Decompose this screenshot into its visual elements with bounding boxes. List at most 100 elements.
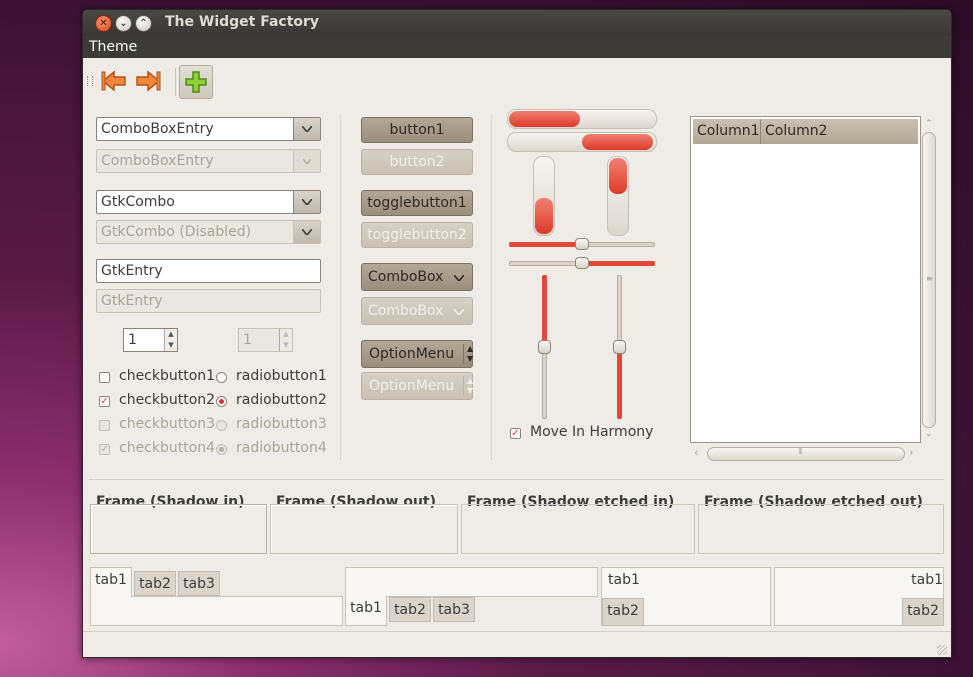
status-bar (83, 631, 951, 657)
checkbutton2-label[interactable]: checkbutton2 (119, 392, 215, 408)
column-separator (340, 115, 341, 460)
scrollbar-grip-icon: ⦀ (799, 447, 803, 456)
spin-arrows-icon[interactable]: ▲ ▼ (164, 329, 177, 351)
chevron-down-icon (453, 298, 465, 324)
combobox-button[interactable]: ComboBox (361, 263, 473, 291)
radiobutton3-label: radiobutton3 (236, 416, 327, 432)
gtk-entry-text[interactable]: GtkEntry (101, 263, 163, 279)
vscale-1-fill (542, 275, 547, 347)
scroll-up-icon[interactable]: ⌃ (925, 119, 933, 129)
chevron-down-icon[interactable] (293, 191, 320, 213)
column2-header[interactable]: Column2 (761, 119, 918, 144)
radiobutton4-circle (216, 444, 227, 455)
radiobutton1-circle[interactable] (216, 372, 227, 383)
button2: button2 (361, 149, 473, 175)
horizontal-scrollbar-thumb[interactable] (707, 447, 905, 461)
checkbutton1-box[interactable] (99, 372, 110, 383)
close-icon[interactable]: ✕ (95, 15, 112, 32)
vscale-1-handle[interactable] (538, 340, 551, 354)
chevron-down-icon[interactable] (293, 118, 320, 140)
scroll-right-icon[interactable]: › (909, 446, 913, 459)
toolbar-grip-icon[interactable] (87, 76, 93, 86)
notebook2-tab2[interactable]: tab2 (389, 597, 431, 622)
notebook1-page (90, 596, 343, 626)
radiobutton4-label: radiobutton4 (236, 440, 327, 456)
optionmenu-button[interactable]: OptionMenu ▲ ▼ (361, 340, 473, 368)
spin-button-disabled-value: 1 (243, 332, 252, 348)
optionmenu-button-disabled-label: OptionMenu (369, 378, 455, 394)
optionmenu-button-disabled: OptionMenu ▲ ▼ (361, 372, 473, 400)
combobox-button-disabled-label: ComboBox (368, 303, 444, 319)
frame-shadow-etched-out (698, 504, 944, 554)
column-separator (491, 115, 492, 460)
combobox-entry[interactable]: ComboBoxEntry (96, 117, 321, 141)
radiobutton2-circle[interactable] (216, 396, 227, 407)
scroll-down-icon[interactable]: ⌄ (925, 429, 933, 439)
column1-header[interactable]: Column1 (693, 119, 761, 144)
notebook4-tab2[interactable]: tab2 (902, 598, 944, 626)
combobox-entry-disabled: ComboBoxEntry (96, 149, 321, 173)
gtk-combo-text[interactable]: GtkCombo (101, 194, 175, 210)
add-icon[interactable] (179, 65, 213, 99)
title-bar[interactable]: ✕ ⌄ ⌃ The Widget Factory (83, 10, 951, 36)
radiobutton3-circle (216, 420, 227, 431)
combobox-button-label: ComboBox (368, 269, 444, 285)
tree-view[interactable]: Column1 Column2 (690, 116, 921, 443)
horizontal-separator (89, 479, 944, 480)
main-window: ✕ ⌄ ⌃ The Widget Factory Theme ComboBoxE… (82, 9, 952, 658)
progress-fill-vertical-1 (535, 198, 553, 234)
move-in-harmony-label[interactable]: Move In Harmony (530, 424, 653, 440)
gtk-entry[interactable]: GtkEntry (96, 259, 321, 283)
notebook1-tab1[interactable]: tab1 (90, 567, 132, 597)
move-in-harmony-checkbox[interactable]: ✓ (510, 428, 521, 439)
notebook1-tab3[interactable]: tab3 (178, 571, 220, 596)
scroll-left-icon[interactable]: ‹ (694, 446, 698, 459)
progress-fill-horizontal-1 (509, 111, 580, 127)
hscale-1-handle[interactable] (575, 238, 589, 250)
menu-theme[interactable]: Theme (89, 39, 137, 55)
radiobutton1-label[interactable]: radiobutton1 (236, 368, 327, 384)
updown-arrows-icon: ▲ ▼ (463, 344, 473, 364)
checkbutton1-label[interactable]: checkbutton1 (119, 368, 215, 384)
updown-arrows-icon: ▲ ▼ (463, 376, 473, 396)
notebook2-tab3[interactable]: tab3 (433, 597, 475, 622)
gtk-entry-disabled-text: GtkEntry (101, 293, 163, 309)
notebook1-tab2[interactable]: tab2 (134, 571, 176, 596)
combobox-entry-text[interactable]: ComboBoxEntry (101, 121, 214, 137)
progress-fill-horizontal-2 (582, 134, 653, 150)
optionmenu-button-label: OptionMenu (369, 346, 455, 362)
gtk-combo[interactable]: GtkCombo (96, 190, 321, 214)
maximize-icon[interactable]: ⌃ (135, 15, 152, 32)
checkbutton2-box[interactable]: ✓ (99, 396, 110, 407)
radiobutton2-label[interactable]: radiobutton2 (236, 392, 327, 408)
notebook3-tab1[interactable]: tab1 (602, 568, 644, 594)
resize-grip-icon[interactable] (937, 645, 947, 655)
back-icon[interactable] (99, 66, 129, 96)
notebook2-tab1[interactable]: tab1 (345, 596, 387, 626)
minimize-icon[interactable]: ⌄ (115, 15, 132, 32)
notebook2-page (345, 567, 598, 597)
togglebutton1[interactable]: togglebutton1 (361, 190, 473, 216)
togglebutton2: togglebutton2 (361, 222, 473, 248)
spin-button[interactable]: 1 ▲ ▼ (123, 328, 178, 352)
toolbar-separator (175, 68, 176, 96)
forward-icon[interactable] (133, 66, 163, 96)
hscale-2-handle[interactable] (575, 257, 589, 269)
scrollbar-grip-icon: ≡ (926, 274, 933, 283)
checkbutton3-label: checkbutton3 (119, 416, 216, 432)
gtk-entry-disabled: GtkEntry (96, 289, 321, 313)
notebook4-tab1[interactable]: tab1 (901, 568, 943, 594)
gtk-combo-disabled-text: GtkCombo (Disabled) (101, 224, 252, 240)
spin-button-value[interactable]: 1 (128, 332, 137, 348)
chevron-down-icon (293, 221, 320, 243)
hscale-1-fill (509, 242, 582, 247)
vscale-2-handle[interactable] (613, 340, 626, 354)
checkbutton4-box: ✓ (99, 444, 110, 455)
vscale-2-fill (617, 347, 622, 419)
gtk-combo-disabled: GtkCombo (Disabled) (96, 220, 321, 244)
combobox-entry-disabled-text: ComboBoxEntry (101, 153, 214, 169)
spin-button-disabled: 1 ▲ ▼ (238, 328, 293, 352)
notebook3-tab2[interactable]: tab2 (602, 598, 644, 626)
button1[interactable]: button1 (361, 117, 473, 143)
checkbutton3-box (99, 420, 110, 431)
